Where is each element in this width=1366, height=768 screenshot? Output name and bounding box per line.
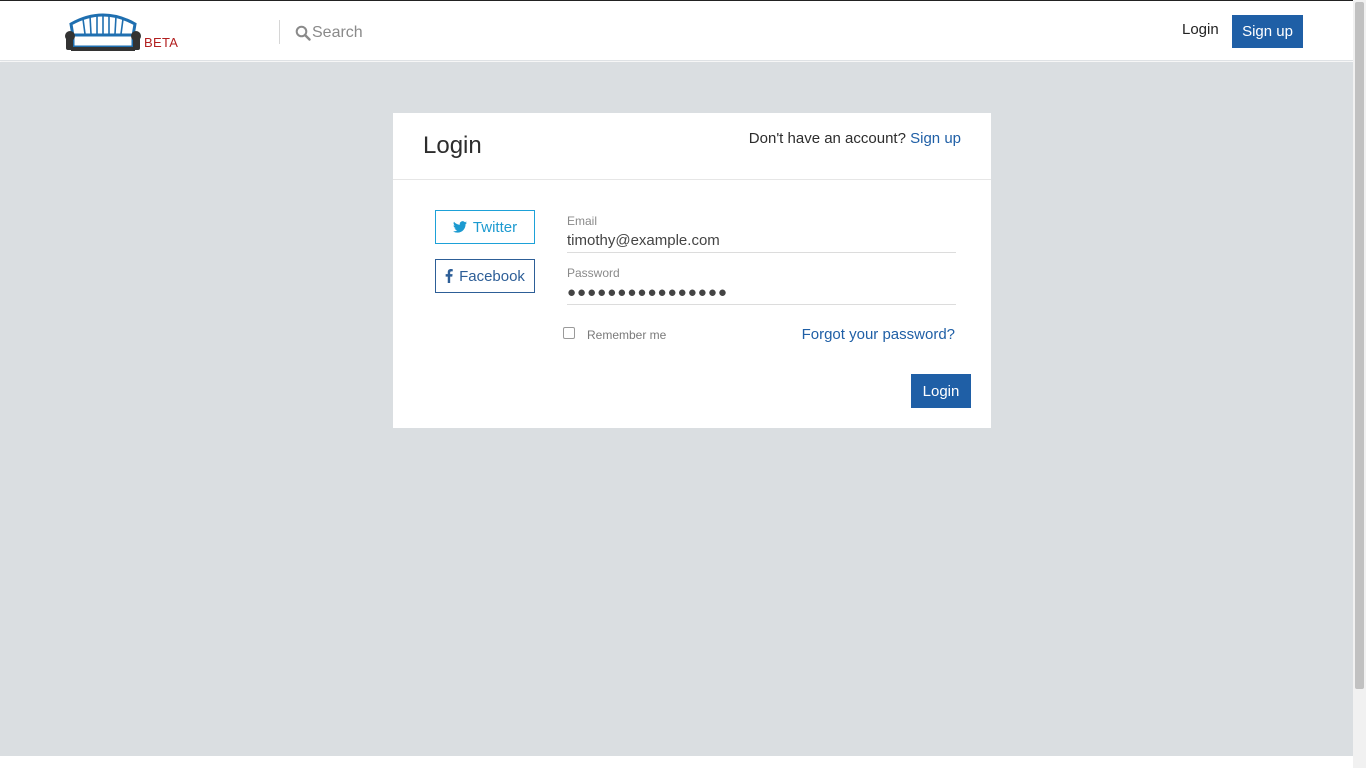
navbar: BETA Login Sign up xyxy=(0,1,1353,61)
search-icon xyxy=(295,25,311,41)
password-label: Password xyxy=(567,266,620,280)
nav-login-link[interactable]: Login xyxy=(1176,21,1225,43)
email-label: Email xyxy=(567,214,598,228)
email-field[interactable] xyxy=(567,229,956,253)
login-submit-button[interactable]: Login xyxy=(911,374,971,408)
facebook-label: Facebook xyxy=(459,267,525,285)
login-card: Login Don't have an account? Sign up Twi… xyxy=(393,113,991,428)
scrollbar-thumb[interactable] xyxy=(1355,2,1364,689)
twitter-icon xyxy=(452,221,467,233)
forgot-password-link[interactable]: Forgot your password? xyxy=(802,326,955,343)
site-logo[interactable]: BETA xyxy=(63,10,183,54)
search-input[interactable] xyxy=(312,21,632,45)
beta-badge: BETA xyxy=(144,35,179,50)
remember-me-label: Remember me xyxy=(587,328,667,342)
armchair-logo-icon xyxy=(65,13,141,51)
signup-hint: Don't have an account? Sign up xyxy=(749,130,961,147)
twitter-login-button[interactable]: Twitter xyxy=(435,210,535,244)
page: BETA Login Sign up Login Don't have an a… xyxy=(0,0,1353,768)
signup-prompt: Don't have an account? xyxy=(748,130,906,147)
facebook-login-button[interactable]: Facebook xyxy=(435,259,535,293)
login-card-header: Login Don't have an account? Sign up xyxy=(393,113,991,180)
password-field[interactable] xyxy=(567,281,956,305)
nav-signup-button[interactable]: Sign up xyxy=(1232,15,1303,48)
page-title: Login xyxy=(423,132,482,159)
twitter-label: Twitter xyxy=(472,218,518,236)
nav-divider xyxy=(279,20,280,44)
signup-link[interactable]: Sign up xyxy=(910,130,961,147)
facebook-icon xyxy=(445,269,453,283)
remember-me-checkbox[interactable] xyxy=(563,327,575,339)
